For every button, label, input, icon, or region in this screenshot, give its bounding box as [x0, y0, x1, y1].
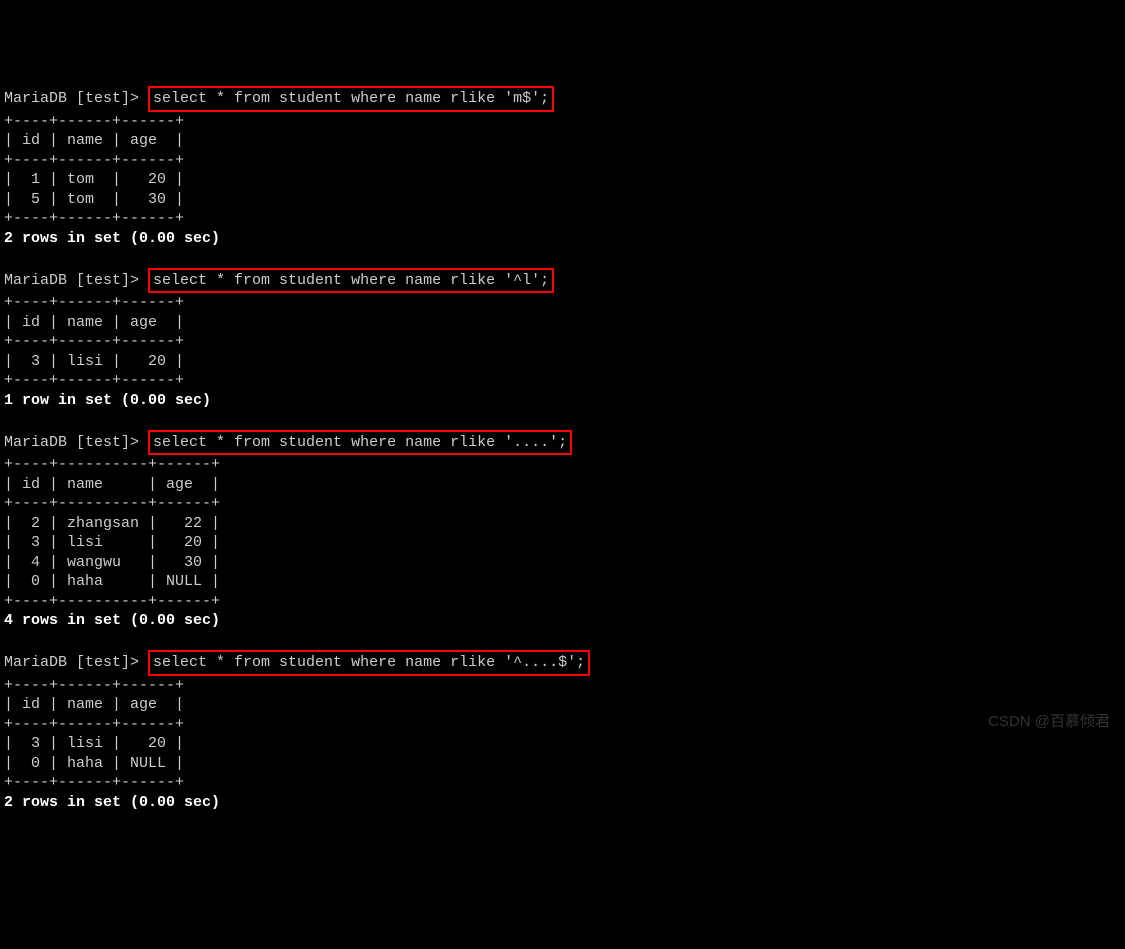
table-separator: +----+------+------+: [4, 209, 1121, 229]
sql-query-highlight: select * from student where name rlike '…: [148, 430, 572, 456]
result-footer: 2 rows in set (0.00 sec): [4, 229, 1121, 249]
table-row: | 3 | lisi | 20 |: [4, 734, 1121, 754]
sql-query-highlight: select * from student where name rlike '…: [148, 268, 554, 294]
table-row: | 2 | zhangsan | 22 |: [4, 514, 1121, 534]
table-row: | 4 | wangwu | 30 |: [4, 553, 1121, 573]
prompt: MariaDB [test]>: [4, 272, 148, 289]
table-row: | 0 | haha | NULL |: [4, 754, 1121, 774]
result-footer: 2 rows in set (0.00 sec): [4, 793, 1121, 813]
blank-line: [4, 410, 1121, 430]
table-separator: +----+------+------+: [4, 151, 1121, 171]
table-separator: +----+------+------+: [4, 293, 1121, 313]
table-separator: +----+------+------+: [4, 332, 1121, 352]
query-line: MariaDB [test]> select * from student wh…: [4, 650, 1121, 676]
table-header: | id | name | age |: [4, 131, 1121, 151]
terminal-output: MariaDB [test]> select * from student wh…: [4, 86, 1121, 832]
table-row: | 1 | tom | 20 |: [4, 170, 1121, 190]
blank-line: [4, 812, 1121, 832]
table-separator: +----+------+------+: [4, 112, 1121, 132]
table-row: | 3 | lisi | 20 |: [4, 533, 1121, 553]
table-row: | 5 | tom | 30 |: [4, 190, 1121, 210]
prompt: MariaDB [test]>: [4, 90, 148, 107]
table-row: | 3 | lisi | 20 |: [4, 352, 1121, 372]
result-footer: 1 row in set (0.00 sec): [4, 391, 1121, 411]
blank-line: [4, 248, 1121, 268]
prompt: MariaDB [test]>: [4, 434, 148, 451]
table-separator: +----+----------+------+: [4, 494, 1121, 514]
table-header: | id | name | age |: [4, 313, 1121, 333]
table-header: | id | name | age |: [4, 695, 1121, 715]
table-separator: +----+------+------+: [4, 715, 1121, 735]
query-line: MariaDB [test]> select * from student wh…: [4, 268, 1121, 294]
table-separator: +----+----------+------+: [4, 592, 1121, 612]
table-separator: +----+----------+------+: [4, 455, 1121, 475]
table-separator: +----+------+------+: [4, 773, 1121, 793]
sql-query-highlight: select * from student where name rlike '…: [148, 650, 590, 676]
table-row: | 0 | haha | NULL |: [4, 572, 1121, 592]
result-footer: 4 rows in set (0.00 sec): [4, 611, 1121, 631]
table-header: | id | name | age |: [4, 475, 1121, 495]
prompt: MariaDB [test]>: [4, 654, 148, 671]
sql-query-highlight: select * from student where name rlike '…: [148, 86, 554, 112]
table-separator: +----+------+------+: [4, 676, 1121, 696]
watermark: CSDN @百慕倾君: [988, 712, 1110, 732]
blank-line: [4, 631, 1121, 651]
query-line: MariaDB [test]> select * from student wh…: [4, 86, 1121, 112]
query-line: MariaDB [test]> select * from student wh…: [4, 430, 1121, 456]
table-separator: +----+------+------+: [4, 371, 1121, 391]
